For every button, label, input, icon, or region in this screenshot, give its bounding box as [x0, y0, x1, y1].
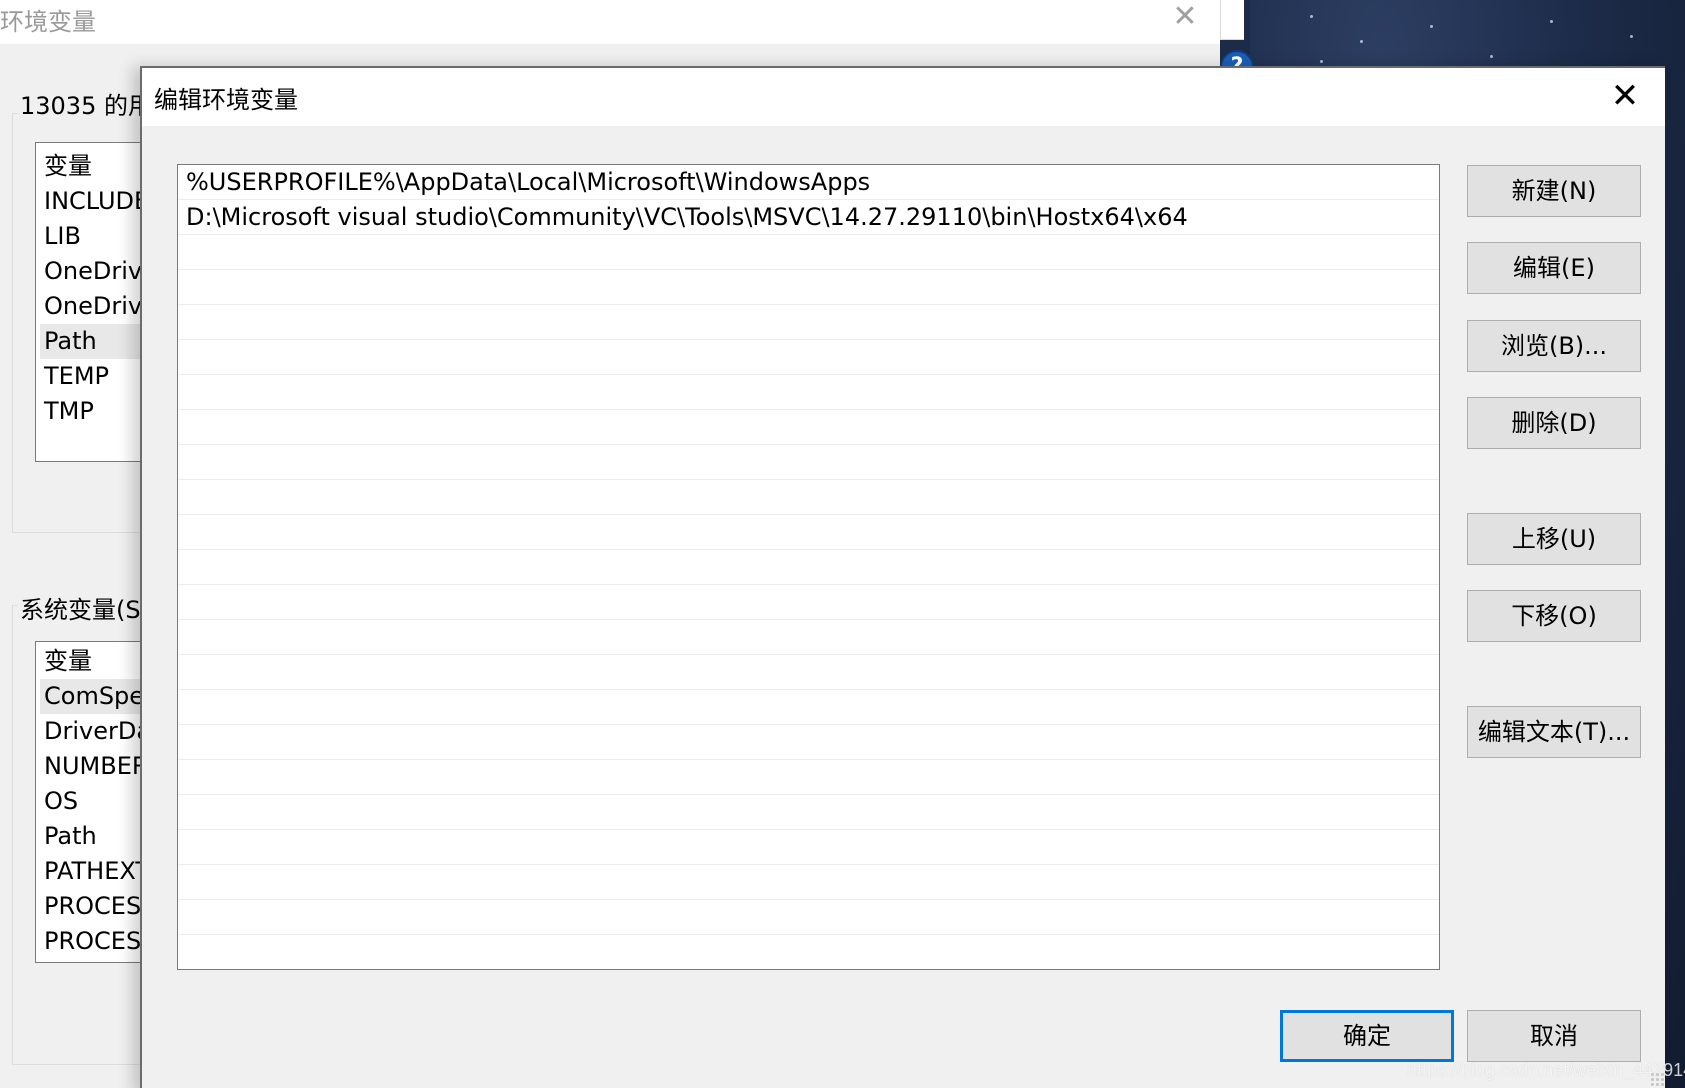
star-decoration [1490, 55, 1493, 58]
path-entry-row[interactable] [178, 480, 1439, 515]
dialog-title: 编辑环境变量 [154, 86, 298, 114]
star-decoration [1430, 25, 1433, 28]
user-variables-label: 13035 的用 [18, 86, 156, 121]
bg-window-edge [1220, 0, 1244, 40]
path-entry-row[interactable] [178, 585, 1439, 620]
star-decoration [1360, 40, 1363, 43]
path-entry-row[interactable] [178, 690, 1439, 725]
edit-environment-variable-dialog: 编辑环境变量 ✕ %USERPROFILE%\AppData\Local\Mic… [140, 66, 1665, 1088]
path-entry-row[interactable] [178, 375, 1439, 410]
bg-window-title: 环境变量 [0, 8, 96, 36]
path-entry-row[interactable] [178, 935, 1439, 969]
browse-button[interactable]: 浏览(B)... [1467, 320, 1641, 372]
close-icon[interactable]: ✕ [1170, 2, 1200, 32]
path-entry-row[interactable] [178, 305, 1439, 340]
path-entry-row[interactable]: D:\Microsoft visual studio\Community\VC\… [178, 200, 1439, 235]
move-down-button[interactable]: 下移(O) [1467, 590, 1641, 642]
path-entries-list[interactable]: %USERPROFILE%\AppData\Local\Microsoft\Wi… [177, 164, 1440, 970]
new-button[interactable]: 新建(N) [1467, 165, 1641, 217]
delete-button[interactable]: 删除(D) [1467, 397, 1641, 449]
path-entry-row[interactable] [178, 620, 1439, 655]
watermark-text: https://blog.csdn.net/weixin_44391451 [1407, 1060, 1685, 1080]
path-entry-row[interactable] [178, 725, 1439, 760]
path-entry-row[interactable] [178, 655, 1439, 690]
path-entry-row[interactable] [178, 410, 1439, 445]
resize-grip-icon[interactable] [1650, 1072, 1664, 1086]
move-up-button[interactable]: 上移(U) [1467, 513, 1641, 565]
edit-button[interactable]: 编辑(E) [1467, 242, 1641, 294]
path-entry-row[interactable] [178, 515, 1439, 550]
star-decoration [1310, 15, 1313, 18]
star-decoration [1320, 60, 1323, 63]
path-entry-row[interactable] [178, 445, 1439, 480]
close-icon[interactable]: ✕ [1605, 76, 1645, 116]
dialog-titlebar: 编辑环境变量 ✕ [142, 68, 1665, 126]
path-entry-row[interactable] [178, 865, 1439, 900]
path-entry-row[interactable] [178, 760, 1439, 795]
ok-button[interactable]: 确定 [1280, 1010, 1454, 1062]
cancel-button[interactable]: 取消 [1467, 1010, 1641, 1062]
edit-text-button[interactable]: 编辑文本(T)... [1467, 706, 1641, 758]
star-decoration [1550, 20, 1553, 23]
path-entry-row[interactable] [178, 550, 1439, 585]
star-decoration [1630, 35, 1633, 38]
path-entry-row[interactable] [178, 795, 1439, 830]
path-entry-row[interactable] [178, 340, 1439, 375]
system-variables-label: 系统变量(S) [18, 590, 154, 625]
path-entry-row[interactable]: %USERPROFILE%\AppData\Local\Microsoft\Wi… [178, 165, 1439, 200]
path-entry-row[interactable] [178, 900, 1439, 935]
path-entry-row[interactable] [178, 270, 1439, 305]
path-entry-row[interactable] [178, 235, 1439, 270]
path-entry-row[interactable] [178, 830, 1439, 865]
bg-titlebar: 环境变量 ✕ [0, 0, 1220, 44]
